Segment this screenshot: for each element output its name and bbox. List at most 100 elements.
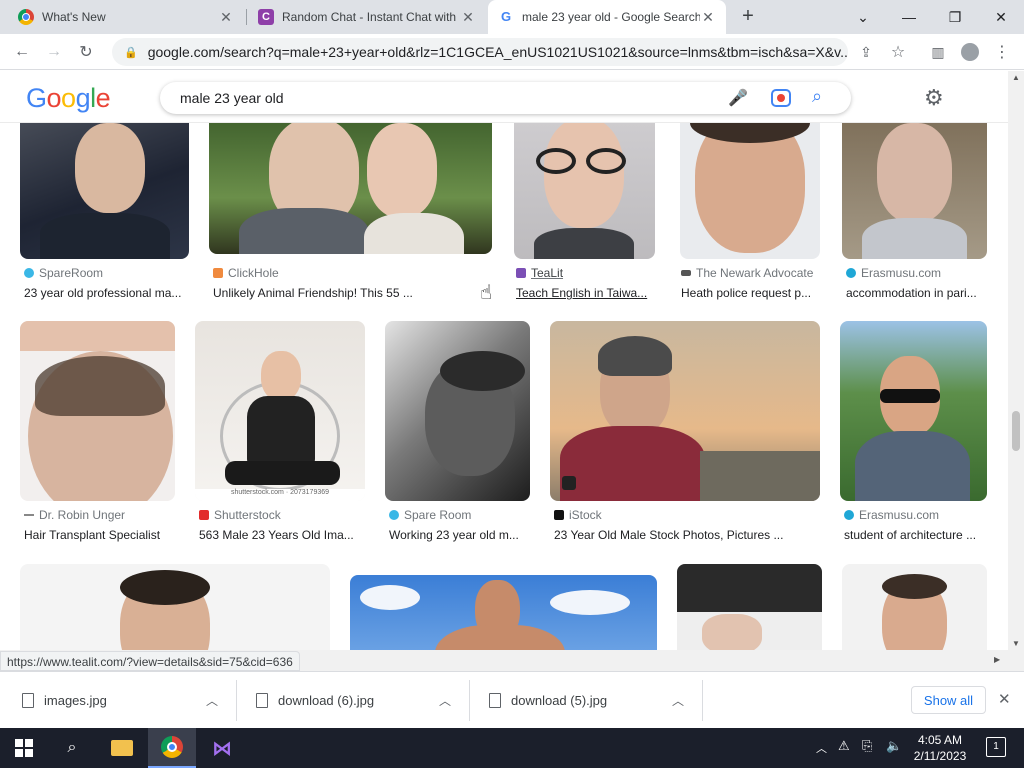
search-icon[interactable]: ⌕ <box>48 728 96 768</box>
result-caption[interactable]: 563 Male 23 Years Old Ima... <box>199 528 364 542</box>
spareroom-favicon-icon <box>389 510 399 520</box>
result-source[interactable]: iStock <box>554 508 602 522</box>
hand-cursor-icon: ☝ <box>480 282 493 304</box>
close-downloads-icon[interactable]: ✕ <box>998 690 1011 708</box>
chrome-taskbar-icon[interactable] <box>148 728 196 768</box>
result-image[interactable] <box>677 564 822 650</box>
logo-letter: g <box>75 83 91 113</box>
logo-letter: G <box>26 83 47 113</box>
close-tab-icon[interactable]: ✕ <box>460 9 476 26</box>
result-image[interactable] <box>550 321 820 501</box>
result-caption[interactable]: accommodation in pari... <box>846 286 986 300</box>
lens-camera-icon[interactable] <box>771 89 791 107</box>
result-image[interactable] <box>209 123 492 254</box>
close-tab-icon[interactable]: ✕ <box>218 9 234 26</box>
result-image[interactable] <box>385 321 530 501</box>
notifications-icon[interactable]: 1 <box>986 737 1006 757</box>
bookmark-star-icon[interactable]: ☆ <box>886 40 910 64</box>
new-tab-button[interactable]: + <box>736 5 760 29</box>
tab-search-icon[interactable]: ⌄ <box>840 0 886 34</box>
chevron-up-icon[interactable]: ︿ <box>672 692 684 709</box>
download-item[interactable]: download (5).jpg ︿ <box>489 672 699 729</box>
close-tab-icon[interactable]: ✕ <box>700 9 716 26</box>
chrome-menu-icon[interactable]: ⋮ <box>990 40 1014 64</box>
address-bar[interactable]: 🔒 google.com/search?q=male+23+year+old&r… <box>112 38 848 66</box>
source-name: The Newark Advocate <box>696 266 814 280</box>
result-source[interactable]: Dr. Robin Unger <box>24 508 125 522</box>
tab-whats-new[interactable]: What's New ✕ <box>8 0 244 34</box>
volume-icon[interactable]: 🔈 <box>886 738 902 754</box>
vertical-scrollbar[interactable]: ▲ ▼ <box>1008 71 1024 650</box>
result-caption[interactable]: 23 year old professional ma... <box>24 286 189 300</box>
google-logo[interactable]: Google <box>26 83 111 114</box>
source-name: ClickHole <box>228 266 279 280</box>
newark-advocate-favicon-icon <box>681 270 691 276</box>
result-caption[interactable]: Heath police request p... <box>681 286 821 300</box>
result-caption[interactable]: 23 Year Old Male Stock Photos, Pictures … <box>554 528 814 542</box>
result-image[interactable] <box>842 123 987 259</box>
result-image[interactable] <box>680 123 820 259</box>
result-image[interactable] <box>350 575 657 650</box>
erasmusu-favicon-icon <box>844 510 854 520</box>
microphone-icon[interactable]: 🎤 <box>728 88 748 108</box>
result-source[interactable]: Erasmusu.com <box>846 266 941 280</box>
forward-arrow-icon[interactable]: → <box>42 40 66 64</box>
restore-button[interactable]: ❐ <box>932 0 978 34</box>
search-input[interactable] <box>180 90 700 106</box>
download-item[interactable]: download (6).jpg ︿ <box>256 672 466 729</box>
scroll-right-icon[interactable]: ▶ <box>994 655 1000 664</box>
chevron-up-icon[interactable]: ︿ <box>206 692 218 709</box>
result-source[interactable]: TeaLit <box>516 266 563 280</box>
result-image[interactable] <box>840 321 987 501</box>
windows-start-icon[interactable] <box>0 728 48 768</box>
source-name: Spare Room <box>404 508 472 522</box>
scroll-up-icon[interactable]: ▲ <box>1012 73 1020 82</box>
back-arrow-icon[interactable]: ← <box>10 40 34 64</box>
result-source[interactable]: SpareRoom <box>24 266 103 280</box>
result-image[interactable] <box>20 564 330 650</box>
download-item[interactable]: images.jpg ︿ <box>22 672 232 729</box>
result-image[interactable]: shutterstock.com · 2073179369 <box>195 321 365 501</box>
result-caption[interactable]: student of architecture ... <box>844 528 984 542</box>
close-window-button[interactable]: ✕ <box>978 0 1024 34</box>
lock-icon[interactable]: 🔒 <box>124 46 138 59</box>
chevron-up-icon[interactable]: ︿ <box>439 692 451 709</box>
result-image[interactable] <box>842 564 987 650</box>
tab-random-chat[interactable]: C Random Chat - Instant Chat with ✕ <box>248 0 486 34</box>
logo-letter: e <box>95 83 111 113</box>
settings-gear-icon[interactable]: ⚙ <box>924 85 944 111</box>
network-warning-icon[interactable]: ⚠ <box>838 738 850 754</box>
result-image[interactable] <box>20 321 175 501</box>
result-image[interactable] <box>20 123 189 259</box>
source-name: SpareRoom <box>39 266 104 280</box>
result-image[interactable] <box>514 123 655 259</box>
spareroom-favicon-icon <box>24 268 34 278</box>
result-source[interactable]: The Newark Advocate <box>681 266 813 280</box>
result-caption[interactable]: Hair Transplant Specialist <box>24 528 179 542</box>
side-panel-icon[interactable]: ▥ <box>926 40 950 64</box>
share-icon[interactable]: ⇪ <box>854 40 878 64</box>
visual-studio-icon[interactable]: ⋈ <box>198 728 246 768</box>
show-all-button[interactable]: Show all <box>911 686 986 714</box>
chevron-up-icon[interactable]: ︿ <box>816 740 827 756</box>
network-icon[interactable]: ⎘ <box>862 738 872 754</box>
result-caption[interactable]: Teach English in Taiwa... <box>516 286 656 300</box>
watermark: shutterstock.com · 2073179369 <box>195 489 365 501</box>
reload-icon[interactable]: ↻ <box>74 40 98 64</box>
result-caption[interactable]: Working 23 year old m... <box>389 528 529 542</box>
scrollbar-thumb[interactable] <box>1012 411 1020 451</box>
tab-google-search[interactable]: G male 23 year old - Google Search ✕ <box>488 0 726 34</box>
search-icon[interactable]: ⌕ <box>812 86 822 107</box>
profile-avatar-icon[interactable] <box>958 40 982 64</box>
result-source[interactable]: Erasmusu.com <box>844 508 939 522</box>
result-source[interactable]: ClickHole <box>213 266 279 280</box>
logo-letter: o <box>46 83 62 113</box>
result-source[interactable]: Shutterstock <box>199 508 281 522</box>
scroll-down-icon[interactable]: ▼ <box>1012 639 1020 648</box>
taskbar-clock[interactable]: 4:05 AM 2/11/2023 <box>908 732 972 764</box>
result-caption[interactable]: Unlikely Animal Friendship! This 55 ... <box>213 286 443 300</box>
minimize-button[interactable]: — <box>886 0 932 34</box>
url-text[interactable]: google.com/search?q=male+23+year+old&rlz… <box>148 44 848 60</box>
result-source[interactable]: Spare Room <box>389 508 471 522</box>
file-explorer-icon[interactable] <box>98 728 146 768</box>
